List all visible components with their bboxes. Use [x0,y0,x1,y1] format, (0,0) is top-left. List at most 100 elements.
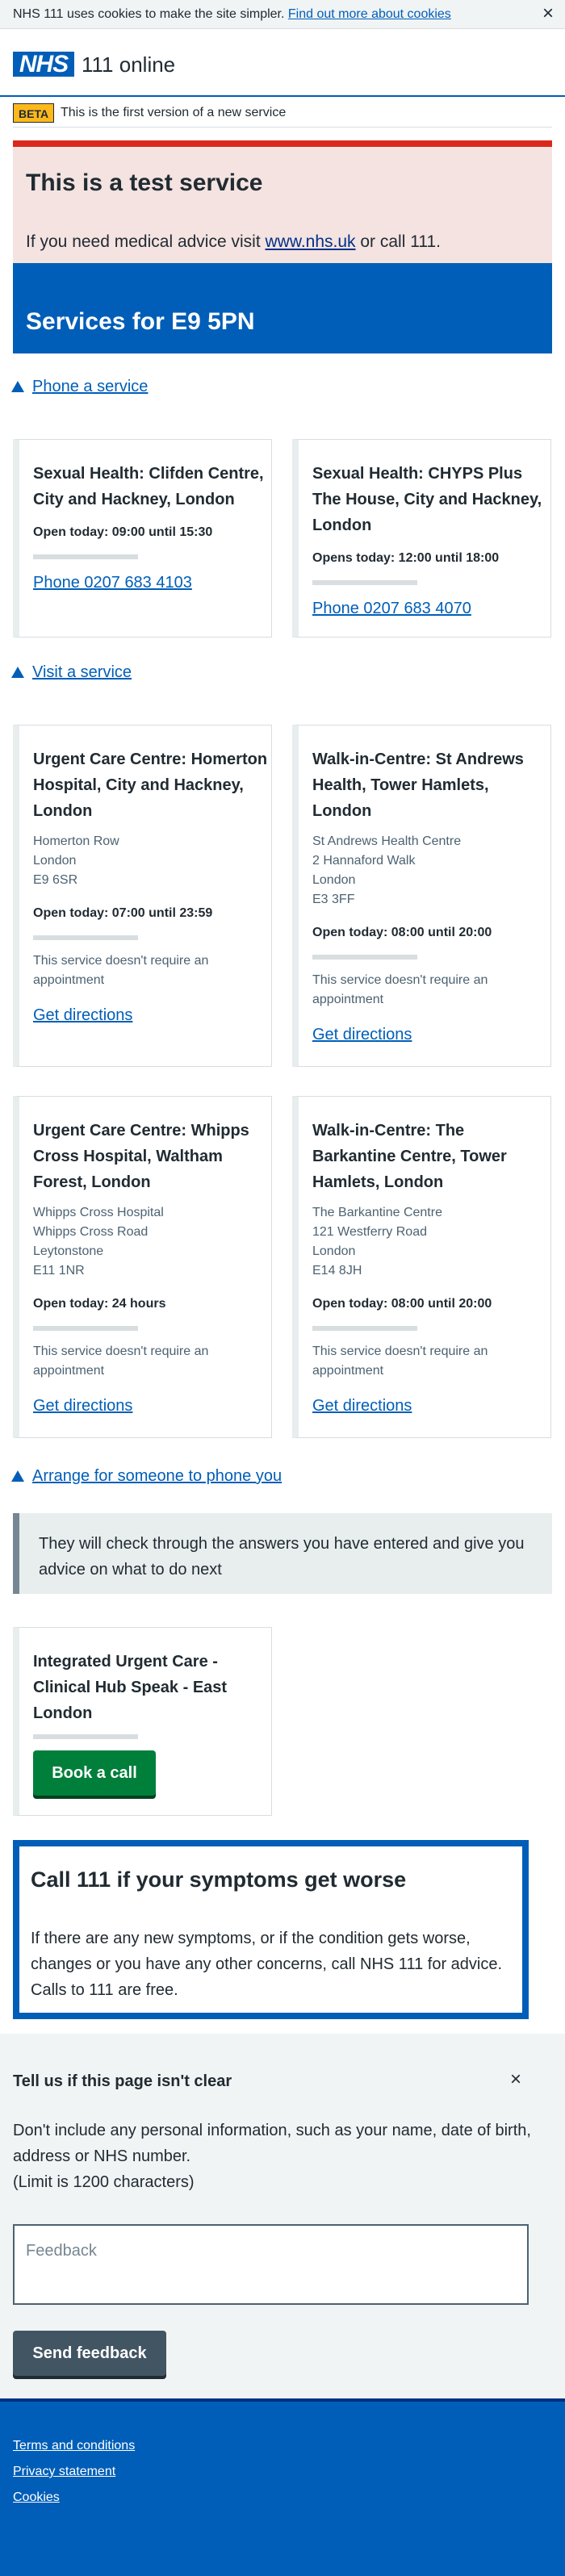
address-line: Whipps Cross Road [33,1225,149,1239]
address-line: London [312,1244,356,1258]
service-title: Walk-in-Centre: The Barkantine Centre, T… [312,1122,507,1191]
address: Whipps Cross Hospital Whipps Cross Road … [33,1203,164,1281]
visit-section-toggle[interactable]: Visit a service [11,663,132,682]
divider [33,554,138,559]
opening-times: Open today: 09:00 until 15:30 [33,525,213,539]
phone-link[interactable]: Phone 0207 683 4070 [312,600,471,618]
feedback-help: Don't include any personal information, … [13,2118,538,2195]
book-call-button[interactable]: Book a call [33,1750,156,1796]
directions-link[interactable]: Get directions [33,1397,132,1416]
service-card: Sexual Health: Clifden Centre, City and … [13,439,272,638]
opening-times: Open today: 08:00 until 20:00 [312,1297,492,1311]
cookie-banner: NHS 111 uses cookies to make the site si… [0,0,565,29]
service-title: Integrated Urgent Care - Clinical Hub Sp… [33,1653,228,1722]
service-title: Sexual Health: Clifden Centre, City and … [33,465,264,508]
phone-link[interactable]: Phone 0207 683 4103 [33,574,192,592]
directions-link[interactable]: Get directions [312,1026,412,1044]
address: Homerton Row London E9 6SR [33,832,119,890]
call-111-text: If there are any new symptoms, or if the… [31,1930,503,1999]
page-title: Services for E9 5PN [26,308,255,335]
close-icon[interactable]: × [542,3,554,24]
opening-times: Open today: 08:00 until 20:00 [312,926,492,939]
service-card: Walk-in-Centre: The Barkantine Centre, T… [292,1096,551,1438]
service-card: Sexual Health: CHYPS Plus The House, Cit… [292,439,551,638]
address-line: E14 8JH [312,1264,362,1278]
address: The Barkantine Centre 121 Westferry Road… [312,1203,442,1281]
test-service-title: This is a test service [26,169,263,196]
service-card: Walk-in-Centre: St Andrews Health, Tower… [292,725,551,1067]
divider [33,1326,138,1331]
test-text-before: If you need medical advice visit [26,232,266,251]
address-line: The Barkantine Centre [312,1206,442,1219]
service-title: Urgent Care Centre: Homerton Hospital, C… [33,751,268,820]
nhs-logo[interactable]: NHS [13,52,74,77]
feedback-title: Tell us if this page isn't clear [13,2072,232,2090]
divider [33,1734,138,1739]
footer-link-privacy[interactable]: Privacy statement [13,2465,115,2479]
callback-section-heading: Arrange for someone to phone you [32,1467,282,1485]
test-service-text: If you need medical advice visit www.nhs… [26,232,441,252]
address-line: St Andrews Health Centre [312,834,462,848]
directions-link[interactable]: Get directions [312,1397,412,1416]
close-icon[interactable]: × [510,2068,521,2091]
address-line: E11 1NR [33,1264,85,1278]
address-line: Leytonstone [33,1244,104,1258]
address-line: 121 Westferry Road [312,1225,427,1239]
divider [33,935,138,940]
opening-times: Open today: 07:00 until 23:59 [33,906,213,920]
feedback-help-text: Don't include any personal information, … [13,2122,531,2165]
opening-times: Open today: 24 hours [33,1297,166,1311]
appointment-note: This service doesn't require an appointm… [312,973,488,1006]
address-line: Whipps Cross Hospital [33,1206,164,1219]
call-111-callout: Call 111 if your symptoms get worse If t… [13,1840,529,2019]
site-header: NHS 111 online [0,29,565,97]
address-line: London [312,873,356,887]
triangle-up-icon [11,1470,24,1482]
appointment-note: This service doesn't require an appointm… [33,954,209,987]
opening-times: Opens today: 12:00 until 18:00 [312,551,500,565]
feedback-input[interactable] [13,2224,529,2305]
address-line: E9 6SR [33,873,78,887]
cookie-message: NHS 111 uses cookies to make the site si… [13,7,285,21]
service-name[interactable]: 111 online [82,52,175,77]
divider [312,955,417,960]
beta-tag: BETA [13,103,55,123]
appointment-note: This service doesn't require an appointm… [33,1344,209,1378]
nhs-website-link[interactable]: www.nhs.uk [265,232,355,251]
address-line: 2 Hannaford Walk [312,854,416,868]
triangle-up-icon [11,381,24,392]
service-title: Walk-in-Centre: St Andrews Health, Tower… [312,751,524,820]
address-line: Homerton Row [33,834,119,848]
divider [312,580,417,585]
send-feedback-button[interactable]: Send feedback [13,2331,166,2376]
phase-banner-text: This is the first version of a new servi… [61,106,287,119]
address-line: London [33,854,77,868]
divider [312,1326,417,1331]
phone-section-toggle[interactable]: Phone a service [11,378,148,396]
footer-link-cookies[interactable]: Cookies [13,2490,60,2505]
inset-text-content: They will check through the answers you … [39,1535,525,1579]
site-footer: Terms and conditions Privacy statement C… [0,2398,565,2576]
service-card: Urgent Care Centre: Whipps Cross Hospita… [13,1096,272,1438]
feedback-limit: (Limit is 1200 characters) [13,2173,195,2191]
appointment-note: This service doesn't require an appointm… [312,1344,488,1378]
phone-section-heading: Phone a service [32,378,149,395]
visit-section-heading: Visit a service [32,663,132,681]
services-banner: Services for E9 5PN [13,263,552,353]
address: St Andrews Health Centre 2 Hannaford Wal… [312,832,461,910]
service-title: Urgent Care Centre: Whipps Cross Hospita… [33,1122,249,1191]
footer-link-terms[interactable]: Terms and conditions [13,2439,135,2453]
service-card: Integrated Urgent Care - Clinical Hub Sp… [13,1627,272,1816]
call-111-title: Call 111 if your symptoms get worse [31,1867,407,1892]
directions-link[interactable]: Get directions [33,1006,132,1025]
service-title: Sexual Health: CHYPS Plus The House, Cit… [312,465,542,534]
callback-section-toggle[interactable]: Arrange for someone to phone you [11,1467,282,1486]
triangle-up-icon [11,667,24,678]
feedback-panel: Tell us if this page isn't clear × Don't… [0,2034,565,2398]
phase-banner: BETA This is the first version of a new … [13,102,552,128]
cookie-info-link[interactable]: Find out more about cookies [288,7,451,21]
cookie-banner-text: NHS 111 uses cookies to make the site si… [13,7,451,22]
test-service-banner: This is a test service If you need medic… [13,140,552,263]
inset-text: They will check through the answers you … [13,1513,552,1594]
service-card: Urgent Care Centre: Homerton Hospital, C… [13,725,272,1067]
